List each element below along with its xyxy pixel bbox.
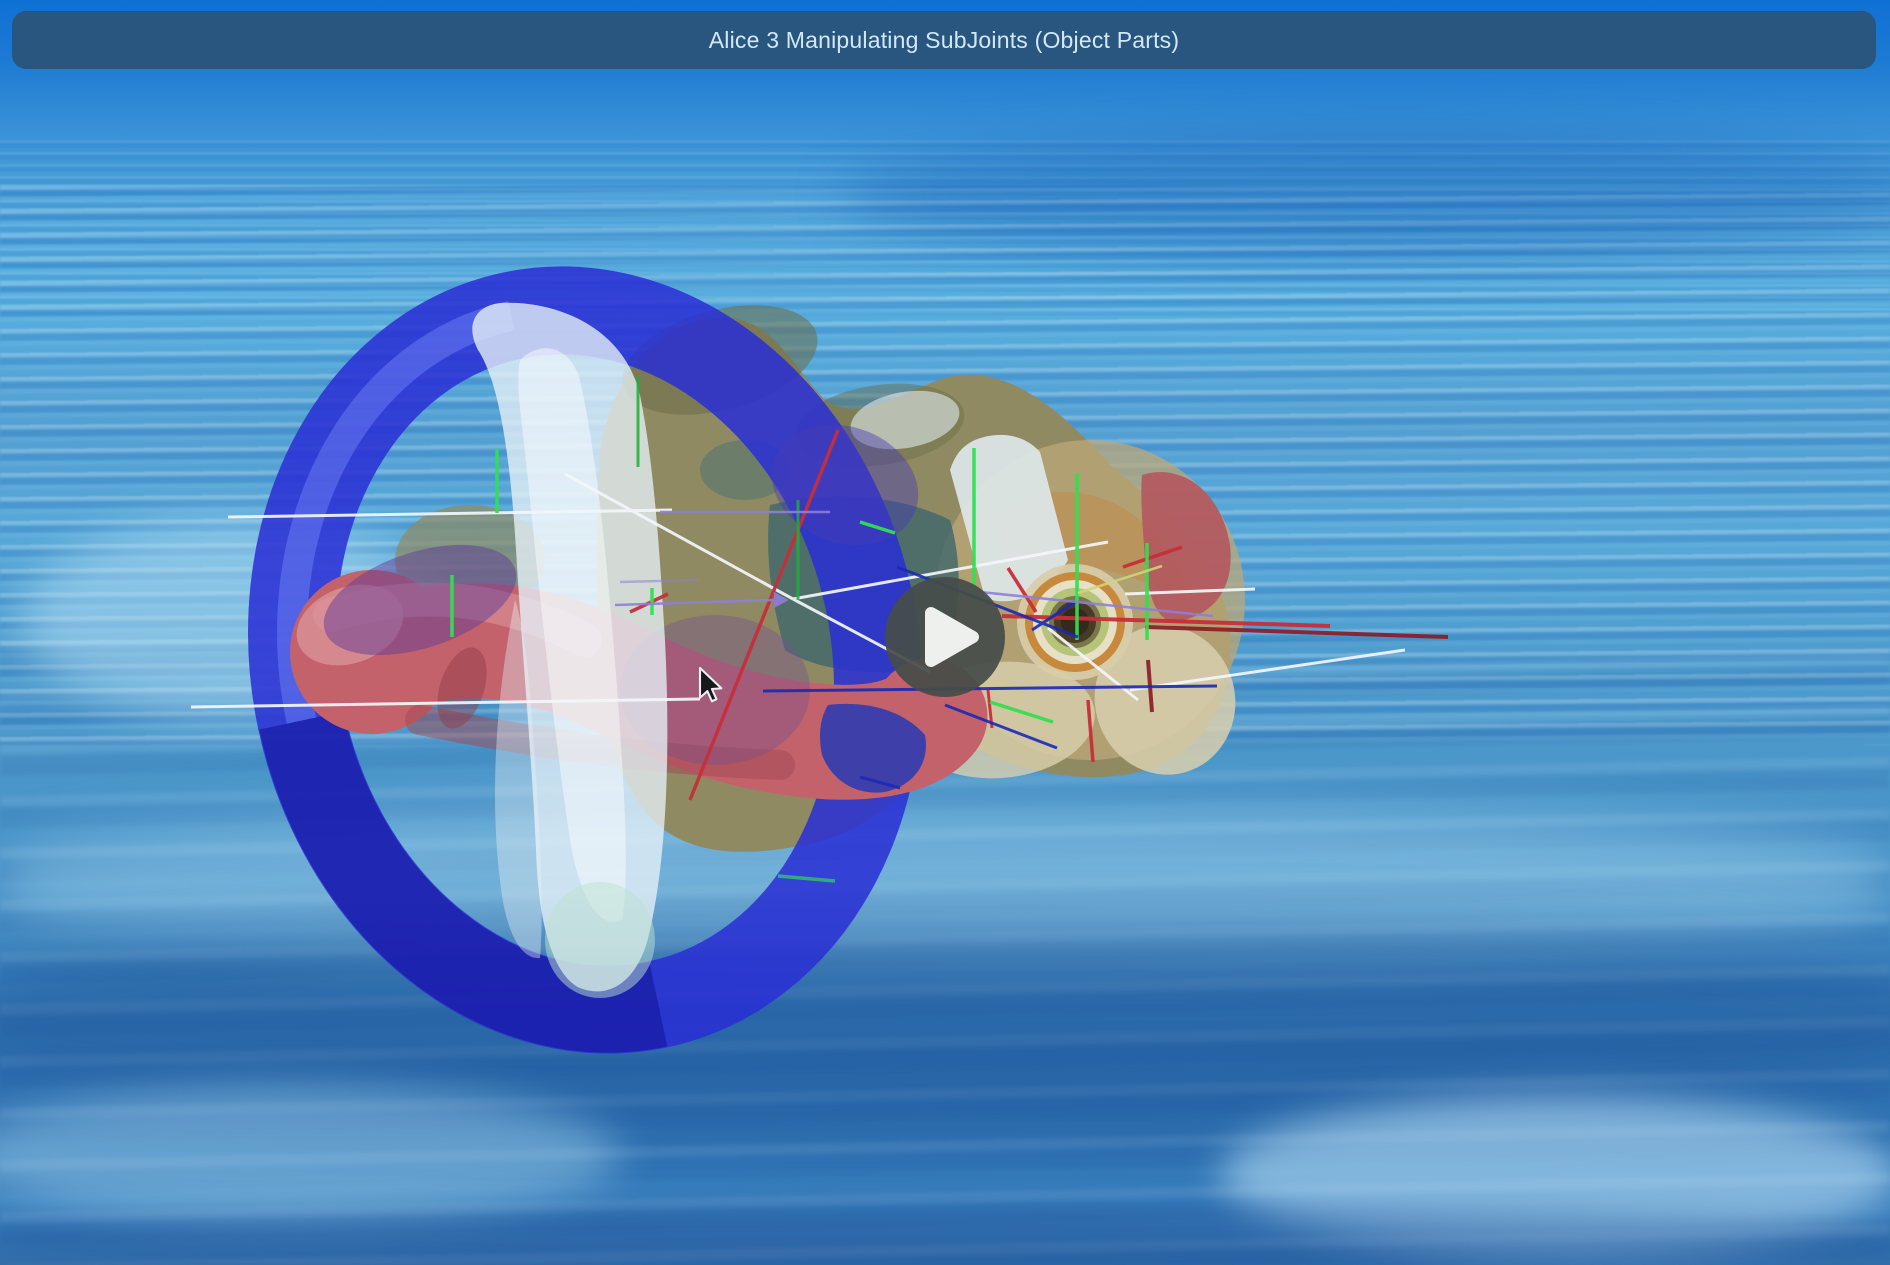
play-button[interactable]: [885, 577, 1005, 697]
tube-right-wedge: [1141, 472, 1230, 622]
video-player[interactable]: Alice 3 Manipulating SubJoints (Object P…: [0, 0, 1890, 1265]
blade-bottom-tint: [545, 882, 655, 998]
video-title: Alice 3 Manipulating SubJoints (Object P…: [709, 27, 1180, 54]
video-title-bar: Alice 3 Manipulating SubJoints (Object P…: [12, 11, 1876, 69]
play-icon: [885, 577, 1005, 697]
